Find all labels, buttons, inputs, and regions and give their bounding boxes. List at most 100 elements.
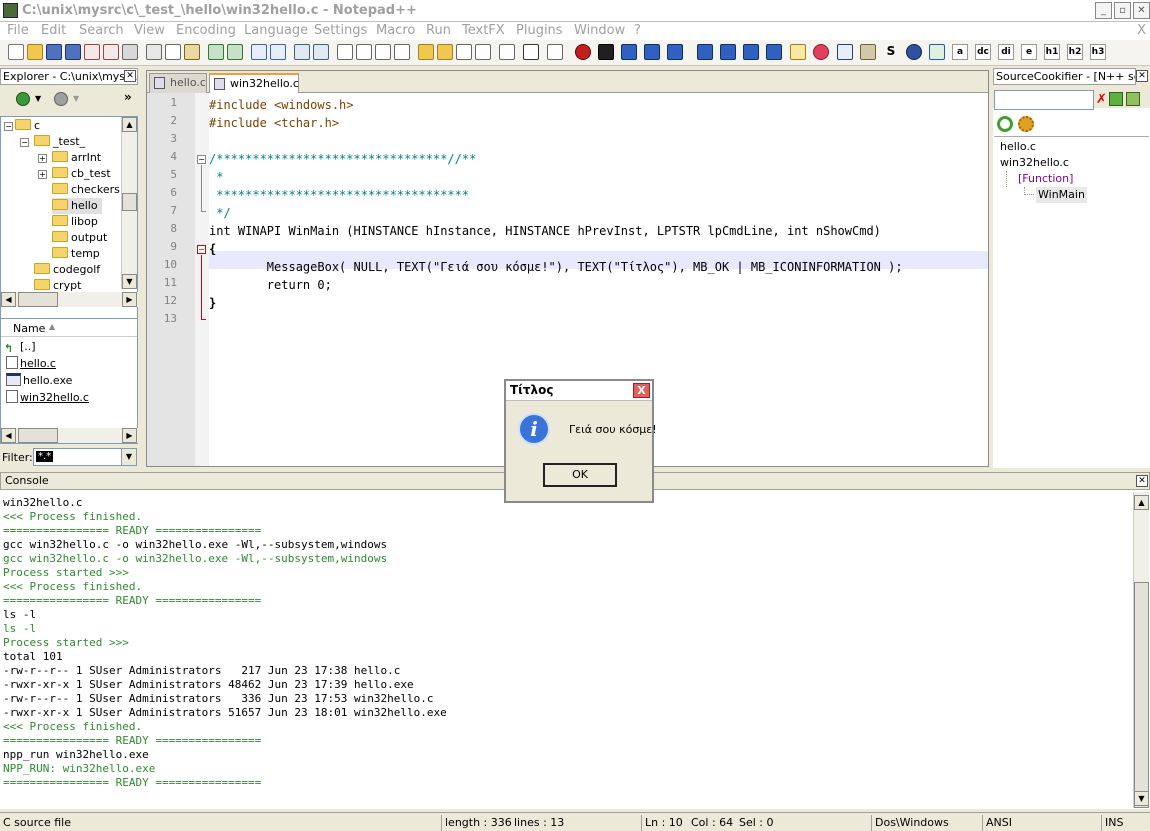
file-item-win32hello-c[interactable]: win32hello.c	[6, 390, 89, 406]
menu-language[interactable]: Language	[244, 23, 308, 38]
back-icon[interactable]	[16, 92, 30, 106]
tree-item-output[interactable]: output	[52, 230, 107, 246]
tree-item-c[interactable]: c	[15, 118, 40, 134]
cut-icon[interactable]	[146, 44, 162, 60]
ok-button[interactable]: OK	[543, 463, 617, 487]
tree-item-temp[interactable]: temp	[52, 246, 100, 262]
menu-help[interactable]: ?	[634, 23, 641, 38]
menu-macro[interactable]: Macro	[376, 23, 415, 38]
scroll-right-icon[interactable]: ▶	[122, 428, 137, 443]
hscroll-thumb[interactable]	[18, 428, 58, 443]
console-icon[interactable]	[837, 44, 853, 60]
pilcrow-icon[interactable]	[499, 44, 515, 60]
close-file-icon[interactable]	[84, 44, 100, 60]
scroll-down-icon[interactable]: ▼	[122, 274, 137, 289]
file-item-hello-exe[interactable]: hello.exe	[6, 373, 72, 389]
save-macro-icon[interactable]	[667, 44, 683, 60]
down-arrow-icon[interactable]	[743, 44, 759, 60]
fold-function-icon[interactable]: −	[197, 245, 206, 254]
reload-icon[interactable]	[997, 116, 1013, 132]
tab-win32hello-c[interactable]: win32hello.c	[209, 73, 299, 93]
indent-icon[interactable]	[523, 44, 539, 60]
symbol-item-winmain[interactable]: WinMain	[1036, 187, 1087, 203]
filter-dropdown-icon[interactable]: ▼	[121, 449, 136, 465]
tree-item-libop[interactable]: libop	[52, 214, 98, 230]
menu-window[interactable]: Window	[574, 23, 625, 38]
h3-button[interactable]: h3	[1090, 44, 1106, 60]
up-arrow-icon[interactable]	[720, 44, 736, 60]
run-script-icon[interactable]	[860, 44, 876, 60]
sync-scroll-icon[interactable]	[337, 44, 353, 60]
close-button[interactable]: ✕	[1133, 2, 1150, 19]
redo-icon[interactable]	[227, 44, 243, 60]
explorer-icon[interactable]	[437, 44, 453, 60]
spell-check-icon[interactable]	[929, 44, 945, 60]
replace-icon[interactable]	[270, 44, 286, 60]
tree-hscrollbar[interactable]: ◀ ▶	[1, 292, 138, 307]
console-output[interactable]: win32hello.c <<< Process finished. =====…	[0, 492, 1132, 808]
save-all-icon[interactable]	[65, 44, 81, 60]
scroll-up-icon[interactable]: ▲	[122, 117, 137, 132]
menu-plugins[interactable]: Plugins	[516, 23, 563, 38]
copy-icon[interactable]	[165, 44, 181, 60]
record-macro-icon[interactable]	[575, 44, 591, 60]
folder-as-workspace-icon[interactable]	[418, 44, 434, 60]
indent-guide-icon[interactable]	[394, 44, 410, 60]
forward-icon[interactable]	[54, 92, 68, 106]
menu-edit[interactable]: Edit	[41, 23, 66, 38]
close-all-icon[interactable]	[103, 44, 119, 60]
options-icon[interactable]	[1126, 92, 1140, 106]
scroll-down-icon[interactable]: ▼	[1134, 791, 1149, 806]
stop-macro-icon[interactable]	[598, 44, 614, 60]
notes-icon[interactable]	[790, 44, 806, 60]
refresh-list-icon[interactable]	[1109, 92, 1123, 106]
scroll-left-icon[interactable]: ◀	[1, 428, 16, 443]
tree-expander-test[interactable]: −	[20, 138, 29, 147]
menu-search[interactable]: Search	[79, 23, 124, 38]
play-macro-icon[interactable]	[621, 44, 637, 60]
tree-item-checkers[interactable]: checkers	[52, 182, 120, 198]
menu-encoding[interactable]: Encoding	[176, 23, 236, 38]
filelist-hscrollbar[interactable]: ◀ ▶	[1, 428, 138, 443]
tree-item-codegolf[interactable]: codegolf	[34, 262, 100, 278]
tree-vscrollbar[interactable]: ▲ ▼	[121, 117, 137, 289]
hscroll-thumb[interactable]	[18, 292, 58, 307]
symbol-item-win32hello-c[interactable]: win32hello.c	[1000, 155, 1069, 171]
tree-expander-cbtest[interactable]: +	[38, 170, 47, 179]
tree-item-cbtest[interactable]: cb_test	[52, 166, 111, 182]
di-button[interactable]: di	[998, 44, 1014, 60]
function-list-icon[interactable]	[475, 44, 491, 60]
scroll-thumb[interactable]	[122, 193, 137, 211]
tree-expander-c[interactable]: −	[4, 122, 13, 131]
paste-icon[interactable]	[184, 44, 200, 60]
scroll-right-icon[interactable]: ▶	[122, 292, 137, 307]
h1-button[interactable]: h1	[1044, 44, 1060, 60]
dialog-close-button[interactable]: X	[633, 383, 650, 398]
menu-file[interactable]: File	[7, 23, 29, 38]
new-file-icon[interactable]	[8, 44, 24, 60]
open-file-icon[interactable]	[27, 44, 43, 60]
s-plugin-button[interactable]: S	[883, 44, 899, 60]
heart-icon[interactable]	[813, 44, 829, 60]
save-icon[interactable]	[46, 44, 62, 60]
file-item-hello-c[interactable]: hello.c	[6, 356, 56, 372]
collapse-icon[interactable]	[697, 44, 713, 60]
doc-map-icon[interactable]	[456, 44, 472, 60]
name-column-header[interactable]: Name	[13, 322, 45, 335]
console-close-icon[interactable]: ✕	[1136, 475, 1148, 487]
forward-dropdown-icon[interactable]: ▼	[73, 94, 79, 103]
tree-item-arrint[interactable]: arrInt	[52, 150, 101, 166]
play-macro-multiple-icon[interactable]	[644, 44, 660, 60]
menu-run[interactable]: Run	[426, 23, 451, 38]
minimize-button[interactable]: _	[1095, 2, 1112, 19]
dc-button[interactable]: dc	[975, 44, 991, 60]
find-icon[interactable]	[251, 44, 267, 60]
tree-expander-arrint[interactable]: +	[38, 154, 47, 163]
menu-textfx[interactable]: TextFX	[462, 23, 505, 38]
show-all-chars-icon[interactable]	[375, 44, 391, 60]
explorer-close-icon[interactable]: ✕	[124, 70, 136, 82]
explorer-more-icon[interactable]: »	[124, 90, 132, 104]
cookie-monster-icon[interactable]	[906, 44, 922, 60]
menu-close-document[interactable]: X	[1137, 23, 1146, 38]
tree-item-test[interactable]: _test_	[34, 134, 85, 150]
